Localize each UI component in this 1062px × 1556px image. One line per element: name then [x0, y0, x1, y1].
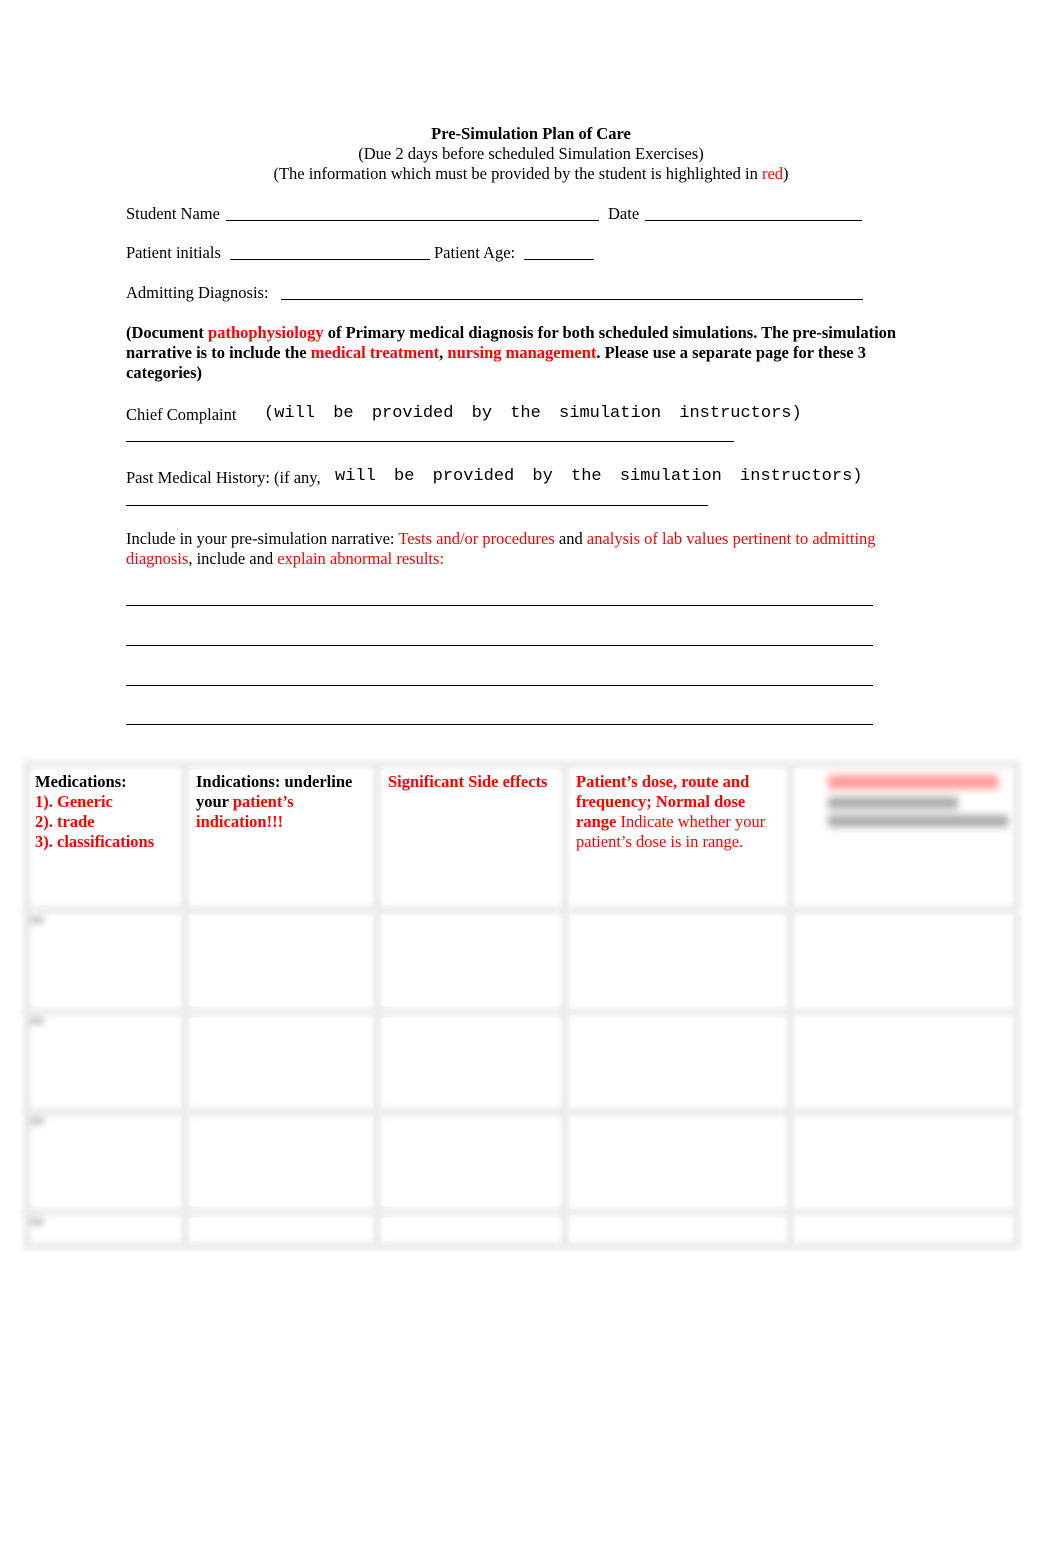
date-field[interactable] [645, 220, 862, 221]
admitting-diagnosis-field[interactable] [281, 299, 863, 300]
table-border [22, 1242, 1020, 1250]
header-indications: Indications: underline your patient’s in… [196, 772, 368, 832]
admitting-diagnosis-label: Admitting Diagnosis: [126, 283, 269, 302]
medications-item-classifications: 3). classifications [35, 832, 155, 851]
page-subtitle: (Due 2 days before scheduled Simulation … [358, 144, 704, 163]
medications-item-generic: 1). Generic [35, 792, 113, 811]
page-title: Pre-Simulation Plan of Care [431, 124, 631, 143]
past-medical-history-field[interactable] [126, 505, 708, 506]
narrative-text: Include in your pre-simulation narrative… [126, 529, 399, 548]
header-obscured-column [828, 772, 1008, 827]
row-divider [22, 906, 1020, 914]
instructions-paragraph: (Document pathophysiology of Primary med… [126, 323, 946, 383]
narrative-line[interactable] [126, 685, 873, 686]
patient-initials-field[interactable] [230, 259, 430, 260]
medication-table: Medications: 1). Generic 2). trade 3). c… [22, 760, 1020, 1250]
table-border [1014, 764, 1020, 1250]
column-divider [787, 764, 793, 1250]
student-name-field[interactable] [226, 220, 599, 221]
row-divider [22, 1208, 1020, 1216]
header-dose: Patient’s dose, route and frequency; Nor… [576, 772, 781, 852]
row-divider [22, 1008, 1020, 1016]
medications-title: Medications: [35, 772, 127, 791]
patient-age-field[interactable] [524, 259, 594, 260]
chief-complaint-note: (will be provided by the simulation inst… [264, 404, 802, 423]
row-marker [30, 1017, 44, 1025]
date-label: Date [608, 204, 640, 223]
note-suffix: ) [783, 164, 789, 183]
narrative-red-abnormal-results: explain abnormal results: [277, 549, 445, 568]
narrative-red-tests: Tests and/or procedures [398, 529, 555, 548]
instructions-text: (Document [126, 323, 209, 342]
note-red-word: red [761, 164, 784, 183]
narrative-instructions: Include in your pre-simulation narrative… [126, 529, 926, 569]
row-marker [30, 916, 44, 924]
instructions-red-pathophysiology: pathophysiology [208, 323, 324, 342]
narrative-line[interactable] [126, 645, 873, 646]
chief-complaint-label: Chief Complaint [126, 405, 237, 424]
past-medical-history-label: Past Medical History: (if any, [126, 468, 321, 487]
row-divider [22, 1108, 1020, 1116]
table-border [24, 764, 30, 1250]
patient-initials-label: Patient initials [126, 243, 221, 262]
past-medical-history-note: will be provided by the simulation instr… [335, 467, 863, 486]
header-side-effects: Significant Side effects [388, 772, 548, 791]
narrative-line[interactable] [126, 605, 873, 606]
chief-complaint-field[interactable] [126, 441, 734, 442]
narrative-line[interactable] [126, 724, 873, 725]
column-divider [562, 764, 568, 1250]
column-divider [182, 764, 188, 1250]
column-divider [374, 764, 380, 1250]
narrative-text: , include and [188, 549, 278, 568]
table-border [22, 760, 1020, 768]
patient-age-label: Patient Age: [434, 243, 516, 262]
narrative-text: and [554, 529, 587, 548]
row-marker [30, 1218, 44, 1226]
instructions-red-medical-treatment: medical treatment [310, 343, 440, 362]
page-note: (The information which must be provided … [0, 164, 1062, 184]
medications-item-trade: 2). trade [35, 812, 95, 831]
row-marker [30, 1117, 44, 1125]
instructions-red-nursing-management: nursing management [447, 343, 597, 362]
header-medications: Medications: 1). Generic 2). trade 3). c… [35, 772, 180, 852]
note-text: (The information which must be provided … [273, 164, 762, 183]
student-name-label: Student Name [126, 204, 220, 223]
